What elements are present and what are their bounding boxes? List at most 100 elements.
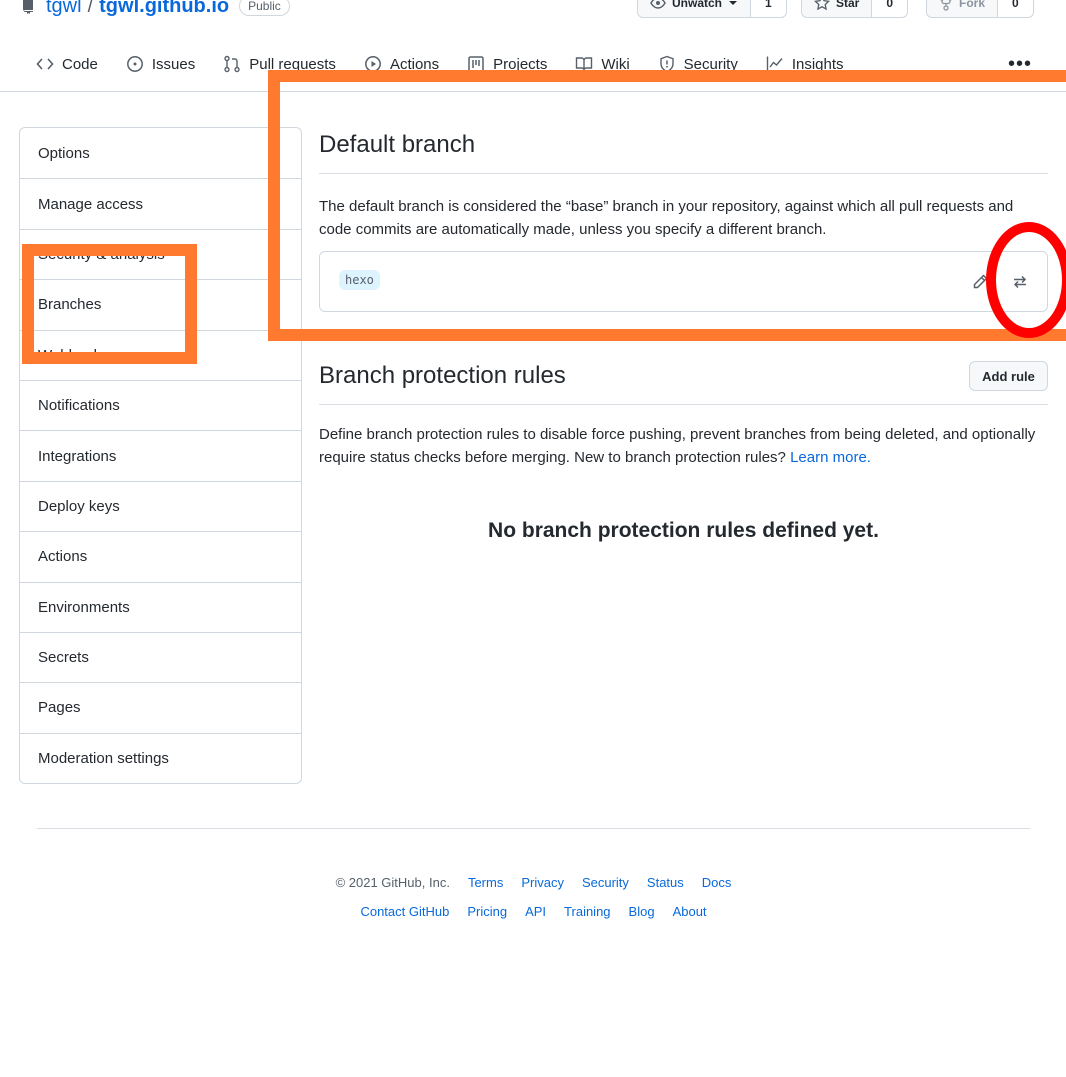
sidebar-item-label: Options	[38, 144, 90, 162]
default-branch-description: The default branch is considered the “ba…	[319, 198, 1014, 238]
tab-pull-requests[interactable]: Pull requests	[209, 46, 350, 82]
footer-row-primary: © 2021 GitHub, Inc. Terms Privacy Securi…	[37, 875, 1030, 890]
sidebar-item-deploy-keys[interactable]: Deploy keys	[20, 480, 301, 531]
fork-label: Fork	[959, 0, 986, 10]
tab-security[interactable]: Security	[644, 46, 752, 82]
arrow-switch-icon	[1013, 275, 1027, 289]
footer-link-about[interactable]: About	[673, 904, 707, 919]
tab-label: Insights	[791, 55, 844, 73]
sidebar-item-manage-access[interactable]: Manage access	[20, 178, 301, 228]
issue-icon	[126, 56, 143, 72]
annotation-inner	[36, 258, 184, 352]
footer-link-contact[interactable]: Contact GitHub	[360, 904, 449, 919]
add-rule-button[interactable]: Add rule	[969, 361, 1048, 391]
fork-group: Fork 0	[926, 0, 1034, 18]
switch-default-branch-button[interactable]	[1008, 270, 1032, 294]
star-icon	[814, 0, 830, 11]
fork-icon	[940, 0, 952, 11]
footer-link-privacy[interactable]: Privacy	[521, 875, 564, 890]
tab-insights[interactable]: Insights	[752, 46, 858, 82]
tab-issues[interactable]: Issues	[112, 46, 209, 82]
footer-link-terms[interactable]: Terms	[468, 875, 503, 890]
watch-count[interactable]: 1	[751, 0, 787, 18]
repo-owner-link[interactable]: tgwl	[46, 0, 82, 18]
sidebar-item-label: Environments	[38, 598, 130, 616]
footer-link-pricing[interactable]: Pricing	[467, 904, 507, 919]
sidebar-item-label: Moderation settings	[38, 749, 169, 767]
default-branch-box: hexo	[319, 251, 1048, 312]
footer-link-blog[interactable]: Blog	[629, 904, 655, 919]
star-label: Star	[836, 0, 860, 10]
default-branch-header: Default branch	[319, 131, 1048, 174]
fork-button[interactable]: Fork	[926, 0, 999, 18]
repo-separator: /	[87, 0, 94, 17]
footer-link-docs[interactable]: Docs	[702, 875, 732, 890]
sidebar-item-label: Deploy keys	[38, 497, 120, 515]
sidebar-item-pages[interactable]: Pages	[20, 682, 301, 732]
repo-header: tgwl / tgwl.github.io Public Unwatch 1 S…	[0, 0, 1066, 92]
more-menu-button[interactable]: •••	[1008, 54, 1032, 74]
repo-title: tgwl / tgwl.github.io Public	[20, 0, 290, 18]
sidebar-item-label: Actions	[38, 548, 88, 566]
sidebar-item-actions[interactable]: Actions	[20, 531, 301, 581]
book-icon	[576, 57, 593, 71]
star-group: Star 0	[801, 0, 909, 18]
fork-count[interactable]: 0	[998, 0, 1034, 18]
star-button[interactable]: Star	[801, 0, 873, 18]
sidebar-item-moderation-settings[interactable]: Moderation settings	[20, 732, 301, 783]
watch-group: Unwatch 1	[637, 0, 787, 18]
footer-link-security[interactable]: Security	[582, 875, 629, 890]
repo-nav: Code Issues Pull requests Actions Projec…	[22, 46, 858, 82]
pencil-icon	[973, 274, 988, 289]
tab-wiki[interactable]: Wiki	[561, 46, 643, 82]
footer-link-training[interactable]: Training	[564, 904, 610, 919]
sidebar-item-secrets[interactable]: Secrets	[20, 631, 301, 682]
tab-label: Code	[62, 55, 98, 73]
tab-projects[interactable]: Projects	[453, 46, 561, 82]
branch-protection-description: Define branch protection rules to disabl…	[319, 423, 1048, 469]
tab-label: Pull requests	[249, 55, 336, 73]
sidebar-item-label: Notifications	[38, 397, 120, 415]
sidebar-item-label: Secrets	[38, 649, 89, 667]
footer-link-status[interactable]: Status	[647, 875, 684, 890]
sidebar-item-label: Manage access	[38, 195, 144, 213]
tab-code[interactable]: Code	[22, 46, 112, 82]
tab-actions[interactable]: Actions	[350, 46, 453, 82]
sidebar-item-environments[interactable]: Environments	[20, 581, 301, 632]
sidebar-item-notifications[interactable]: Notifications	[20, 379, 301, 430]
visibility-badge: Public	[239, 0, 290, 16]
rename-branch-button[interactable]	[968, 270, 992, 294]
unwatch-button[interactable]: Unwatch	[637, 0, 752, 18]
caret-down-icon	[729, 1, 738, 5]
branch-name-label: hexo	[339, 270, 380, 290]
project-icon	[468, 56, 484, 72]
footer-row-secondary: Contact GitHub Pricing API Training Blog…	[37, 904, 1030, 919]
shield-icon	[659, 55, 674, 73]
unwatch-label: Unwatch	[672, 0, 723, 10]
graph-icon	[766, 56, 783, 73]
tab-label: Security	[683, 55, 738, 73]
tab-label: Issues	[151, 55, 196, 73]
sidebar-item-label: Pages	[38, 699, 81, 717]
repo-name-link[interactable]: tgwl.github.io	[99, 0, 229, 18]
pull-request-icon	[224, 55, 240, 73]
star-count[interactable]: 0	[872, 0, 909, 18]
repo-icon	[23, 0, 33, 14]
tab-label: Actions	[389, 55, 440, 73]
eye-icon	[650, 0, 666, 9]
code-icon	[36, 58, 54, 70]
sidebar-item-label: Integrations	[38, 447, 117, 465]
tab-label: Wiki	[601, 55, 630, 73]
tab-label: Projects	[493, 55, 548, 73]
branch-protection-header: Branch protection rules Add rule	[319, 359, 1048, 405]
learn-more-link[interactable]: Learn more.	[790, 449, 871, 466]
sidebar-item-integrations[interactable]: Integrations	[20, 430, 301, 480]
footer-link-api[interactable]: API	[525, 904, 546, 919]
branch-protection-title: Branch protection rules	[319, 362, 566, 389]
footer: © 2021 GitHub, Inc. Terms Privacy Securi…	[37, 828, 1030, 919]
default-branch-title: Default branch	[319, 131, 476, 158]
play-icon	[364, 56, 381, 72]
empty-state-message: No branch protection rules defined yet.	[488, 519, 879, 542]
sidebar-item-options[interactable]: Options	[20, 128, 301, 178]
settings-sidebar: Options Manage access Security & analysi…	[19, 127, 302, 785]
